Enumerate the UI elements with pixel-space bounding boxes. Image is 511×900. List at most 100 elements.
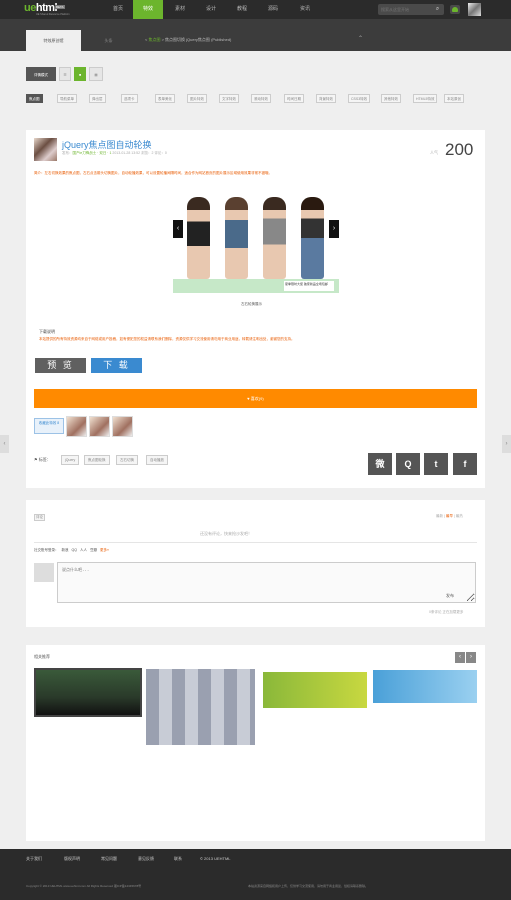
list-view-icon[interactable]: ☰ (59, 67, 71, 81)
meta-prefix: 发布： (62, 151, 73, 155)
nav-materials[interactable]: 素材 (165, 0, 195, 19)
comment-sort[interactable]: 最新 | 最早 | 最热 (436, 514, 463, 519)
facebook-share-icon[interactable]: f (453, 453, 477, 475)
related-thumb[interactable] (146, 669, 255, 745)
nav-effects[interactable]: 特效 (133, 0, 163, 19)
nav-design[interactable]: 设计 (196, 0, 226, 19)
fan-avatar[interactable] (112, 416, 133, 437)
tag-icon: ⚑ (34, 457, 38, 462)
nav-source[interactable]: 源码 (258, 0, 288, 19)
login-qq[interactable]: QQ (72, 548, 77, 552)
page-next-icon[interactable]: › (502, 435, 511, 453)
meta-author[interactable]: 国产ie刀锋战士 · 双日 · 1 (73, 151, 112, 155)
tweibo-share-icon[interactable]: t (424, 453, 448, 475)
fan-avatar[interactable] (89, 416, 110, 437)
empty-comments-text: 还没有评论，快来抢沙发吧！ (200, 531, 252, 536)
nav-news[interactable]: 资讯 (290, 0, 320, 19)
login-label: 社交账号登录： (34, 548, 59, 552)
filter-tag[interactable]: HTML5特效 (413, 94, 438, 103)
commenter-avatar (34, 563, 54, 582)
download-button[interactable]: 下 载 (91, 358, 142, 373)
footer-link[interactable]: 意见反馈 (138, 856, 154, 862)
filter-tag[interactable]: 表单美化 (155, 94, 175, 103)
tag-item[interactable]: 左右切换 (116, 455, 138, 465)
sort-newest[interactable]: 最新 | (436, 514, 446, 518)
article-intro: 简介：左右切换效果的焦点图，左右点击箭头切换图片，自动轮播效果，可以设置轮播间隔… (34, 171, 272, 175)
views-label: 人气 (430, 150, 438, 155)
filter-tag[interactable]: 时间日期 (284, 94, 304, 103)
breadcrumb-extra: (Published) (211, 37, 232, 42)
related-next-icon[interactable]: › (466, 652, 476, 663)
favorite-badge[interactable]: 收藏此特效 8 (34, 418, 64, 434)
expand-chevron-icon[interactable]: ⌃ (358, 35, 363, 42)
weibo-share-icon[interactable]: 微 (368, 453, 392, 475)
detail-mode-button[interactable]: 详情模式 (26, 67, 56, 81)
card-view-icon[interactable]: ▦ (89, 67, 103, 81)
social-login: 社交账号登录： 新浪 QQ 人人 豆瓣 更多» (34, 548, 109, 553)
related-thumb[interactable] (263, 672, 367, 708)
filter-tag[interactable]: CSS3特效 (348, 94, 371, 103)
login-douban[interactable]: 豆瓣 (90, 548, 97, 552)
slide-pager-text: 左右轮换展示 (241, 302, 262, 306)
footer-link[interactable]: 版权声明 (64, 856, 80, 862)
logo-tagline: UE Shared Resource Platform (36, 13, 70, 16)
user-avatar[interactable] (468, 3, 481, 16)
related-thumb[interactable] (34, 668, 142, 717)
tab-original[interactable]: 特效原创馆 (26, 30, 81, 51)
grid-view-icon[interactable]: ■ (74, 67, 86, 81)
login-renren[interactable]: 人人 (80, 548, 87, 552)
logo-prefix: ue (24, 2, 36, 14)
footer-disclaimer: 本站资源来自网络和用户上传，仅供学习交流使用，请勿用于商业用途，侵权请联系删除。 (248, 884, 369, 888)
like-button[interactable]: ♥ 喜欢(9) (34, 389, 477, 408)
footer-copyright: Copyright © 2013 UEHTML www.uehtml.com A… (26, 884, 142, 888)
comment-status: 0条评论 正在加载更多 (429, 610, 464, 614)
login-weibo[interactable]: 新浪 (62, 548, 69, 552)
preview-button[interactable]: 预 览 (35, 358, 86, 373)
login-more[interactable]: 更多» (100, 548, 109, 552)
tags-label: ⚑ 标签： (34, 457, 51, 463)
breadcrumb: < 焦点图 > 焦点图切换 jQuery焦点图 (Published) (145, 37, 231, 43)
filter-tag[interactable]: 其他特效 (381, 94, 401, 103)
comment-submit-button[interactable]: 发布 (446, 593, 454, 599)
tab-headlines[interactable]: 头条 (81, 30, 136, 51)
filter-tag[interactable]: 弹出层 (89, 94, 106, 103)
filter-tag[interactable]: 滚动特效 (251, 94, 271, 103)
sort-hottest[interactable]: | 最热 (453, 514, 463, 518)
demo-slideshow[interactable]: 夏季限时大促 独家新品全场包邮 ‹ › (173, 183, 339, 293)
filter-tag[interactable]: 图片特效 (187, 94, 207, 103)
related-prev-icon[interactable]: ‹ (455, 652, 465, 663)
nav-tutorials[interactable]: 教程 (227, 0, 257, 19)
beta-badge: BETA (55, 5, 65, 9)
nav-home[interactable]: 首页 (103, 0, 133, 19)
tag-item[interactable]: 焦点图轮换 (84, 455, 110, 465)
breadcrumb-current[interactable]: 焦点图 (148, 37, 160, 42)
filter-tag[interactable]: 本站原创 (444, 94, 464, 103)
slide-figure (225, 197, 248, 279)
tag-item[interactable]: 自动播放 (146, 455, 168, 465)
tag-item[interactable]: jQuery (61, 455, 80, 465)
android-icon[interactable] (450, 5, 460, 14)
filter-tag[interactable]: 文字特效 (219, 94, 239, 103)
related-thumb[interactable] (373, 670, 477, 703)
heart-icon: ♥ (247, 396, 250, 401)
divider (34, 542, 477, 543)
slide-figure (187, 197, 210, 279)
comment-input[interactable] (57, 562, 476, 603)
author-avatar[interactable] (34, 138, 57, 161)
breadcrumb-rest: > 焦点图切换 jQuery焦点图 (161, 37, 210, 42)
slide-next-arrow-icon[interactable]: › (329, 220, 339, 238)
slide-prev-arrow-icon[interactable]: ‹ (173, 220, 183, 238)
page-prev-icon[interactable]: ‹ (0, 435, 9, 453)
footer-link[interactable]: 联系 (174, 856, 182, 862)
filter-tag[interactable]: 导航菜单 (57, 94, 77, 103)
filter-tag[interactable]: 选项卡 (121, 94, 138, 103)
sort-oldest[interactable]: 最早 (446, 514, 453, 518)
footer-link[interactable]: 关于我们 (26, 856, 42, 862)
fan-avatar[interactable] (66, 416, 87, 437)
filter-tag[interactable]: 背景特效 (316, 94, 336, 103)
footer-link[interactable]: 常见问题 (101, 856, 117, 862)
search-icon[interactable]: ⌕ (433, 5, 442, 14)
article-meta: 发布：国产ie刀锋战士 · 双日 · 1 2013-01-28 13:52 浏览… (62, 151, 167, 156)
qzone-share-icon[interactable]: Q (396, 453, 420, 475)
filter-tag[interactable]: 焦点图 (26, 94, 43, 103)
